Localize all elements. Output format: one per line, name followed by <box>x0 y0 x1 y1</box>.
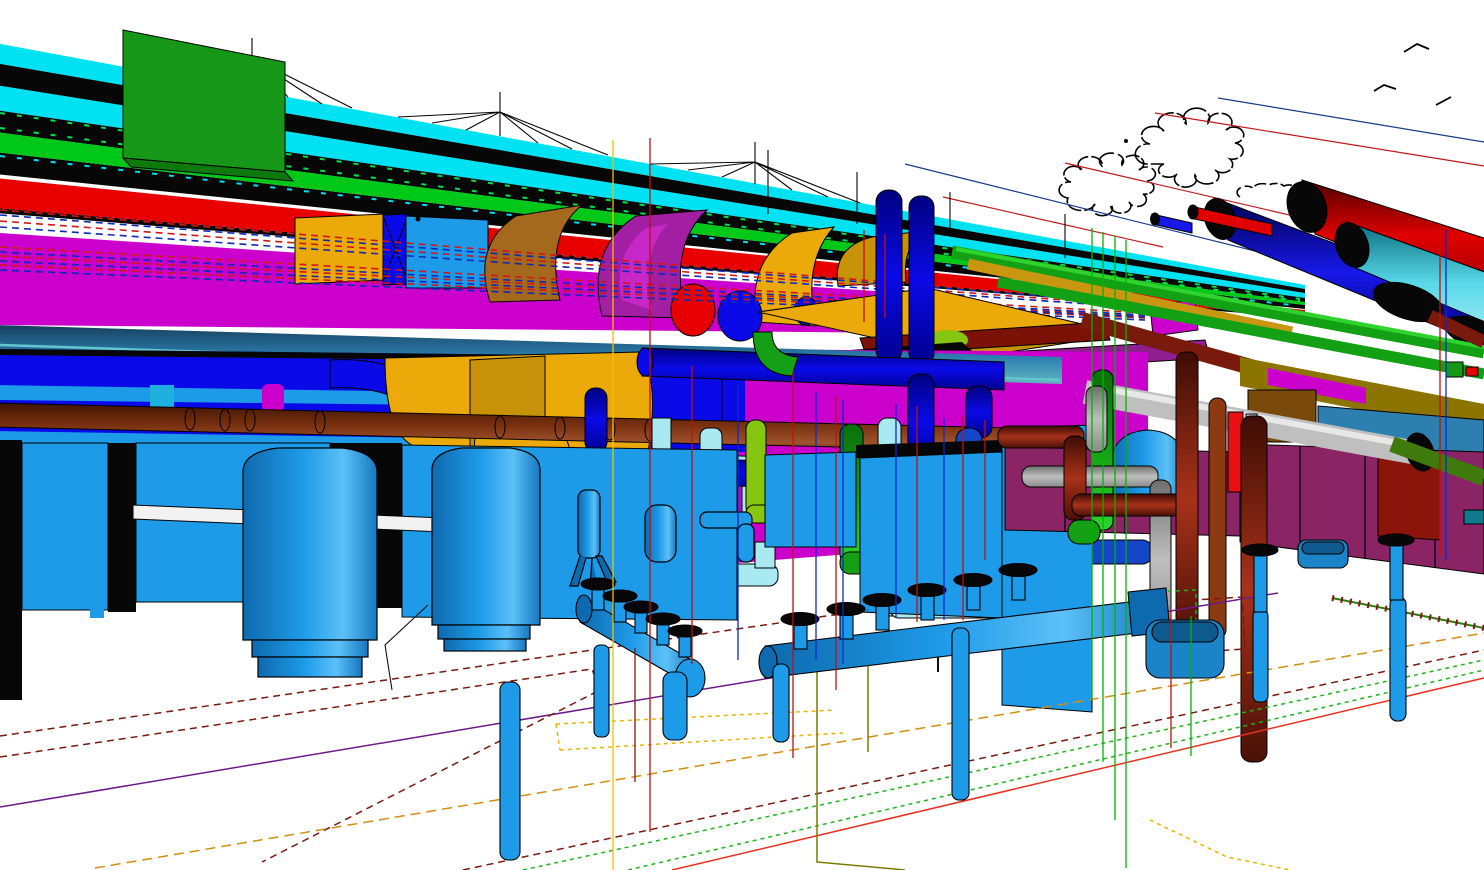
drain-basin-rim <box>1152 622 1218 642</box>
flange-icon <box>581 578 615 590</box>
tank-skirt <box>252 640 368 657</box>
revision-clouds <box>1059 108 1308 215</box>
dodger-pipe <box>738 524 754 562</box>
lime-riser <box>746 420 766 516</box>
tank-base <box>444 639 526 651</box>
tank-vertical <box>432 448 540 625</box>
stub <box>1390 540 1403 600</box>
tank-skirt <box>438 625 530 639</box>
flange-icon <box>624 601 658 613</box>
flange-icon <box>781 613 819 626</box>
maroon-horizontal <box>1072 494 1184 516</box>
stub <box>1254 550 1267 612</box>
cloud-marks <box>1374 44 1451 105</box>
black-column <box>0 440 22 700</box>
flange-icon <box>954 574 992 587</box>
flange-icon <box>646 613 680 625</box>
panel-face <box>123 30 285 172</box>
model-canvas[interactable] <box>0 0 1484 870</box>
flange-icon <box>999 564 1037 577</box>
small-vessel <box>578 490 600 558</box>
manifold-legs-left <box>500 645 687 860</box>
floor-line-yellow <box>1150 820 1290 870</box>
green-box-small <box>1446 362 1463 377</box>
flange-icon <box>908 584 946 597</box>
bird-mark-icon <box>1374 85 1396 91</box>
blue-riser <box>876 190 902 362</box>
manifold-leg <box>663 672 687 740</box>
survey-dot <box>416 217 421 222</box>
flange-icon <box>1242 544 1278 556</box>
manifold-leg <box>594 645 609 737</box>
annotation-line <box>1218 98 1484 142</box>
equipment-box <box>22 443 108 610</box>
annotation-line <box>1155 113 1484 166</box>
flange-icon <box>1378 534 1414 546</box>
teal-box-small <box>1464 510 1484 524</box>
flange-icon <box>603 590 637 602</box>
model-viewport[interactable] <box>0 0 1484 870</box>
manifold-leg <box>1390 597 1406 721</box>
survey-line <box>1332 598 1484 628</box>
tank-base <box>258 657 362 677</box>
red-box-small <box>1466 367 1478 376</box>
manifold-leg <box>952 628 969 800</box>
main-pipes-top-right <box>1151 176 1484 354</box>
pipe-cap <box>1188 205 1198 219</box>
magenta-fitting <box>262 384 284 412</box>
flange-icon <box>668 625 702 637</box>
blue-stub <box>585 388 607 452</box>
floor-line-maroon <box>463 650 1484 870</box>
black-column <box>108 443 136 612</box>
pipe-cap <box>1151 213 1160 225</box>
manifold-leg <box>500 682 520 860</box>
silver-riser <box>1086 386 1107 452</box>
manifold-end-cap <box>576 595 592 623</box>
blue-riser <box>909 196 934 364</box>
floor-line-olive <box>817 650 905 870</box>
silver-horizontal <box>1022 466 1158 487</box>
bird-mark-icon <box>1436 97 1451 105</box>
green-wall-panel <box>123 30 293 181</box>
manifold-leg <box>773 664 789 742</box>
manifold-leg <box>1253 610 1268 702</box>
flange-icon <box>827 603 865 616</box>
tank-vertical <box>243 448 377 640</box>
flange-icon <box>863 594 901 607</box>
green-elbow <box>1068 520 1100 544</box>
bird-mark-icon <box>1404 44 1429 52</box>
equipment-tab <box>90 602 104 618</box>
drain-basin-small-rim <box>1302 542 1344 554</box>
revision-cloud-icon <box>1135 108 1243 187</box>
floor-line-yellow <box>556 724 560 750</box>
survey-dot <box>1124 139 1128 143</box>
